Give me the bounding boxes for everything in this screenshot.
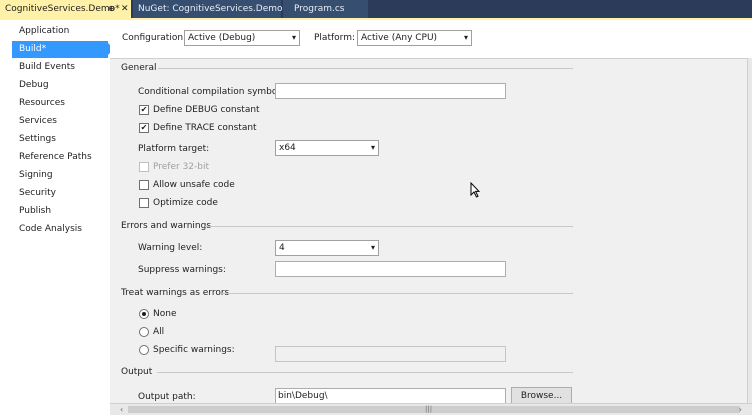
tab-program-label: Program.cs	[294, 4, 345, 14]
prefer32-label: Prefer 32-bit	[153, 162, 210, 172]
configuration-value: Active (Debug)	[188, 33, 256, 43]
platform-target-value: x64	[279, 143, 296, 153]
sidebar-item-build-events[interactable]: Build Events	[12, 59, 108, 76]
tab-project-properties[interactable]: CognitiveServices.Demo* ⊕ ✕	[0, 0, 131, 18]
chevron-down-icon: ▾	[370, 143, 375, 152]
close-icon[interactable]: ✕	[121, 0, 129, 18]
errors-section-title: Errors and warnings	[121, 221, 212, 231]
warning-level-label: Warning level:	[138, 243, 203, 253]
properties-sidebar: Application Build* Build Events Debug Re…	[0, 20, 114, 415]
allow-unsafe-checkbox[interactable]	[139, 180, 149, 190]
sidebar-item-services[interactable]: Services	[12, 113, 108, 130]
sidebar-item-reference-paths[interactable]: Reference Paths	[12, 149, 108, 166]
warning-level-select[interactable]: 4 ▾	[275, 240, 379, 256]
output-divider	[157, 372, 573, 373]
sidebar-item-signing[interactable]: Signing	[12, 167, 108, 184]
optimize-checkbox[interactable]	[139, 198, 149, 208]
sidebar-item-application[interactable]: Application	[12, 23, 108, 40]
tab-nuget-label: NuGet: CognitiveServices.Demo	[138, 4, 283, 14]
define-debug-label: Define DEBUG constant	[153, 105, 260, 115]
treat-specific-label: Specific warnings:	[153, 345, 235, 355]
cond-symbols-input[interactable]	[275, 83, 506, 99]
sidebar-item-build[interactable]: Build*	[12, 41, 114, 58]
general-divider	[158, 68, 573, 69]
errors-divider	[205, 226, 573, 227]
treat-none-label: None	[153, 309, 177, 319]
sidebar-item-settings[interactable]: Settings	[12, 131, 108, 148]
sidebar-item-code-analysis[interactable]: Code Analysis	[12, 221, 108, 238]
chevron-down-icon: ▾	[463, 33, 468, 42]
platform-target-select[interactable]: x64 ▾	[275, 140, 379, 156]
output-path-input[interactable]: bin\Debug\	[275, 388, 506, 404]
warning-level-value: 4	[279, 243, 285, 253]
scroll-grip-icon: |||	[425, 405, 433, 413]
treat-divider	[222, 293, 573, 294]
sidebar-item-resources[interactable]: Resources	[12, 95, 108, 112]
tab-project-properties-label: CognitiveServices.Demo*	[5, 4, 120, 14]
chevron-down-icon: ▾	[291, 33, 296, 42]
treat-all-label: All	[153, 327, 165, 337]
horizontal-scrollbar[interactable]: ‹ ||| ›	[110, 403, 752, 415]
platform-target-label: Platform target:	[138, 144, 210, 154]
chevron-down-icon: ▾	[370, 243, 375, 252]
general-section-title: General	[121, 63, 157, 73]
treat-all-radio[interactable]	[139, 327, 149, 337]
platform-select[interactable]: Active (Any CPU) ▾	[357, 30, 472, 46]
mouse-cursor-icon	[470, 182, 480, 198]
document-tab-bar: CognitiveServices.Demo* ⊕ ✕ NuGet: Cogni…	[0, 0, 752, 18]
sidebar-item-debug[interactable]: Debug	[12, 77, 108, 94]
scroll-left-icon[interactable]: ‹	[120, 404, 123, 415]
output-path-label: Output path:	[138, 392, 196, 402]
treat-none-radio[interactable]	[139, 309, 149, 319]
output-section-title: Output	[121, 367, 153, 377]
allow-unsafe-label: Allow unsafe code	[153, 180, 235, 190]
treat-specific-radio[interactable]	[139, 345, 149, 355]
tab-nuget[interactable]: NuGet: CognitiveServices.Demo	[133, 0, 283, 18]
cond-symbols-label: Conditional compilation symbols:	[138, 87, 288, 97]
build-settings-panel: General Conditional compilation symbols:…	[110, 58, 747, 405]
optimize-label: Optimize code	[153, 198, 218, 208]
define-debug-checkbox[interactable]: ✔	[139, 105, 149, 115]
platform-label: Platform:	[314, 33, 355, 43]
vertical-scrollbar[interactable]	[747, 58, 752, 403]
prefer32-checkbox	[139, 162, 149, 172]
sidebar-item-security[interactable]: Security	[12, 185, 108, 202]
scroll-right-icon[interactable]: ›	[739, 404, 742, 415]
specific-warnings-input	[275, 346, 506, 362]
configuration-strip: Configuration: Active (Debug) ▾ Platform…	[110, 20, 752, 58]
suppress-warnings-input[interactable]	[275, 261, 506, 277]
suppress-warnings-label: Suppress warnings:	[138, 265, 226, 275]
horizontal-scroll-thumb[interactable]	[128, 406, 740, 413]
tab-program-cs[interactable]: Program.cs	[283, 0, 368, 18]
treat-section-title: Treat warnings as errors	[121, 288, 230, 298]
platform-value: Active (Any CPU)	[361, 33, 438, 43]
configuration-select[interactable]: Active (Debug) ▾	[184, 30, 300, 46]
define-trace-label: Define TRACE constant	[153, 123, 257, 133]
pin-icon[interactable]: ⊕	[108, 0, 115, 18]
sidebar-item-publish[interactable]: Publish	[12, 203, 108, 220]
define-trace-checkbox[interactable]: ✔	[139, 123, 149, 133]
configuration-label: Configuration:	[122, 33, 187, 43]
